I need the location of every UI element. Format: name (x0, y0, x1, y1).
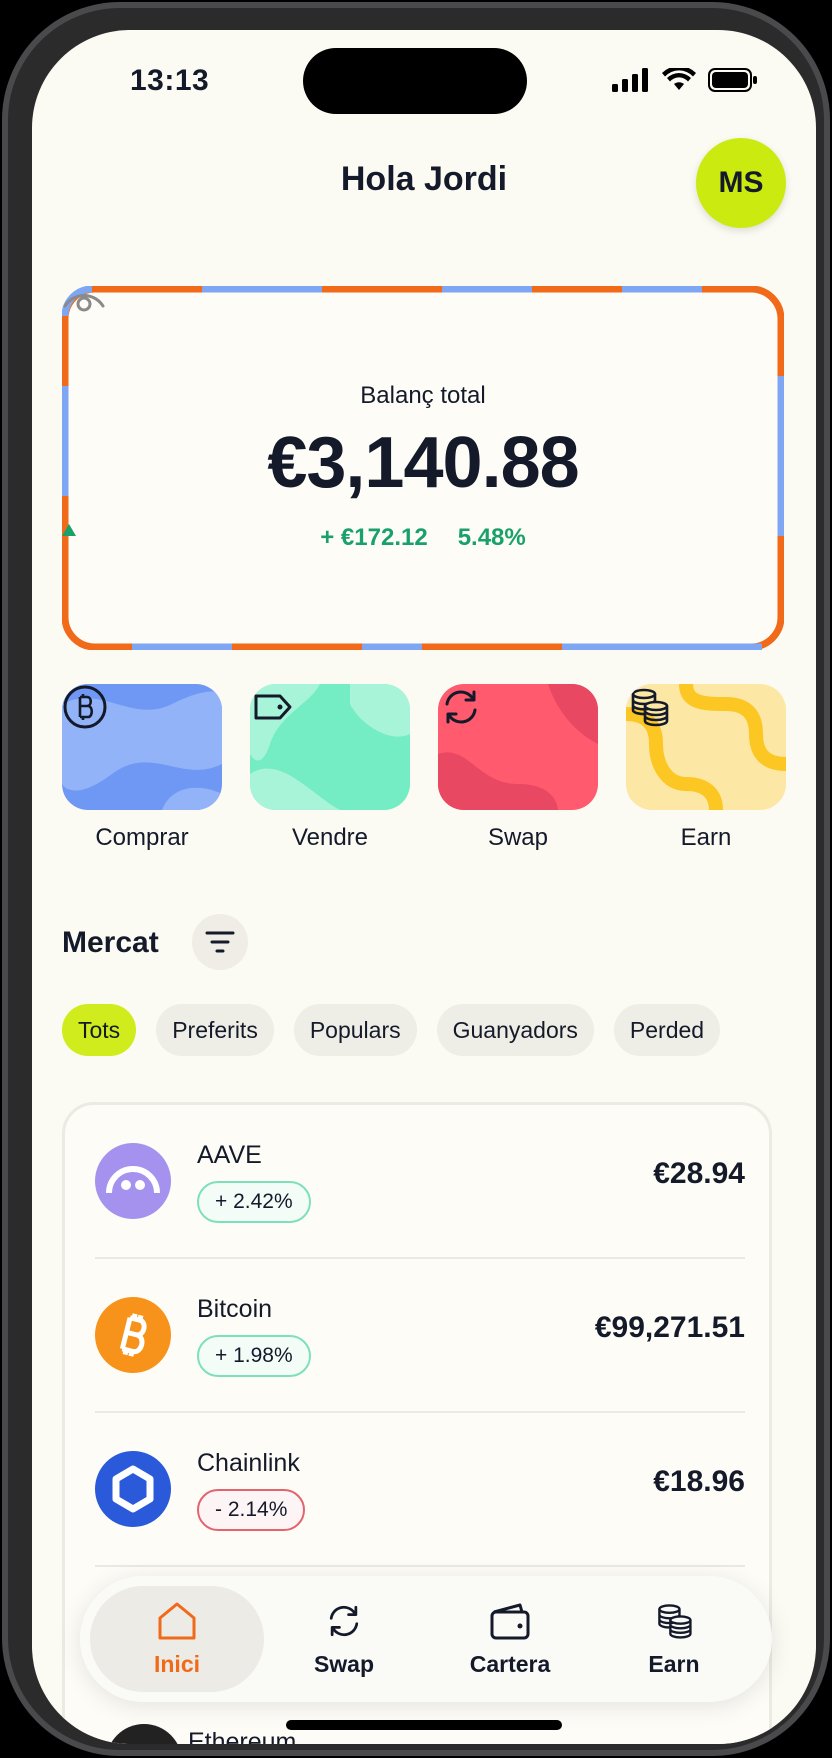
aave-logo-icon (95, 1143, 171, 1219)
battery-icon (708, 68, 757, 92)
action-buy[interactable]: Comprar (62, 684, 222, 852)
nav-earn-label: Earn (648, 1651, 700, 1677)
wifi-icon (662, 68, 696, 90)
balance-change-percent-wrap: 5.48% (62, 524, 526, 552)
buy-tile[interactable] (62, 684, 222, 810)
balance-label: Balanç total (360, 382, 486, 409)
swap-arrows-icon (329, 1605, 359, 1637)
balance-change-amount: + €172.12 (320, 524, 428, 551)
swap-arrows-icon (445, 690, 477, 724)
home-indicator (286, 1720, 562, 1730)
chainlink-logo-icon (95, 1451, 171, 1527)
asset-name: Chainlink (197, 1449, 300, 1477)
action-earn-label: Earn (680, 824, 732, 851)
coins-stack-icon (658, 1604, 692, 1639)
quick-actions: Comprar Vendre Swap Earn (62, 684, 786, 852)
coins-stack-icon (631, 688, 669, 727)
nav-home[interactable]: Inici (117, 1600, 237, 1678)
action-sell[interactable]: Vendre (250, 684, 410, 852)
action-swap-label: Swap (487, 824, 549, 851)
chip-tots[interactable]: Tots (62, 1004, 137, 1056)
action-earn[interactable]: Earn (626, 684, 786, 852)
asset-change-badge: + 2.42% (197, 1181, 311, 1223)
chip-preferits[interactable]: Preferits (156, 1004, 274, 1056)
asset-price: €28.94 (653, 1157, 745, 1190)
phone-frame: 13:13 Hola Jordi MS Balanç total €3,140.… (2, 2, 830, 1756)
bitcoin-logo-icon (95, 1297, 171, 1373)
bottom-nav: Inici Swap Cartera Earn (80, 1576, 772, 1702)
asset-row-aave[interactable]: AAVE + 2.42% €28.94 (95, 1105, 745, 1257)
eye-icon[interactable] (62, 286, 106, 314)
cellular-signal-icon (612, 68, 648, 92)
chip-perdedors[interactable]: Perded (613, 1004, 721, 1056)
asset-row-bitcoin[interactable]: Bitcoin + 1.98% €99,271.51 (95, 1259, 745, 1411)
balance-amount: €3,140.88 (267, 423, 579, 503)
asset-name: AAVE (197, 1141, 262, 1169)
profile-avatar[interactable]: MS (696, 138, 786, 228)
triangle-up-icon (62, 524, 76, 536)
nav-earn[interactable]: Earn (614, 1600, 734, 1678)
nav-swap[interactable]: Swap (284, 1600, 404, 1678)
chip-populars[interactable]: Populars (293, 1004, 417, 1056)
bitcoin-coin-icon (63, 685, 107, 729)
balance-card: Balanç total €3,140.88 + €172.12 5.48% (62, 286, 784, 650)
wallet-icon (490, 1603, 530, 1640)
asset-row-chainlink[interactable]: Chainlink - 2.14% €18.96 (95, 1413, 745, 1565)
market-title: Mercat (62, 926, 159, 959)
app-screen: 13:13 Hola Jordi MS Balanç total €3,140.… (32, 30, 816, 1744)
status-icons (612, 68, 758, 92)
action-sell-label: Vendre (291, 824, 369, 851)
sell-tile[interactable] (250, 684, 410, 810)
nav-home-label: Inici (153, 1651, 200, 1677)
earn-tile[interactable] (626, 684, 786, 810)
swap-tile[interactable] (438, 684, 598, 810)
asset-change-badge: + 1.98% (197, 1335, 311, 1377)
filter-button[interactable] (192, 914, 248, 970)
balance-change: + €172.12 5.48% (62, 524, 784, 552)
balance-change-percent: 5.48% (457, 524, 526, 551)
filter-chips: Tots Preferits Populars Guanyadors Perded (62, 1004, 786, 1056)
nav-wallet[interactable]: Cartera (450, 1600, 570, 1678)
asset-price: €18.96 (653, 1465, 745, 1498)
home-icon (158, 1602, 196, 1640)
action-swap[interactable]: Swap (438, 684, 598, 852)
asset-change-badge: - 2.14% (197, 1489, 306, 1531)
chip-guanyadors[interactable]: Guanyadors (436, 1004, 594, 1056)
row-divider (95, 1565, 745, 1567)
asset-price: €99,271.51 (594, 1311, 745, 1344)
action-buy-label: Comprar (95, 824, 189, 851)
status-time: 13:13 (130, 64, 210, 97)
peek-asset-name: Ethereum (188, 1728, 297, 1744)
filter-icon (205, 931, 235, 953)
price-tag-icon (254, 694, 292, 720)
dynamic-island (303, 48, 527, 114)
nav-swap-label: Swap (313, 1651, 375, 1677)
asset-name: Bitcoin (197, 1295, 273, 1323)
nav-wallet-label: Cartera (469, 1651, 551, 1677)
